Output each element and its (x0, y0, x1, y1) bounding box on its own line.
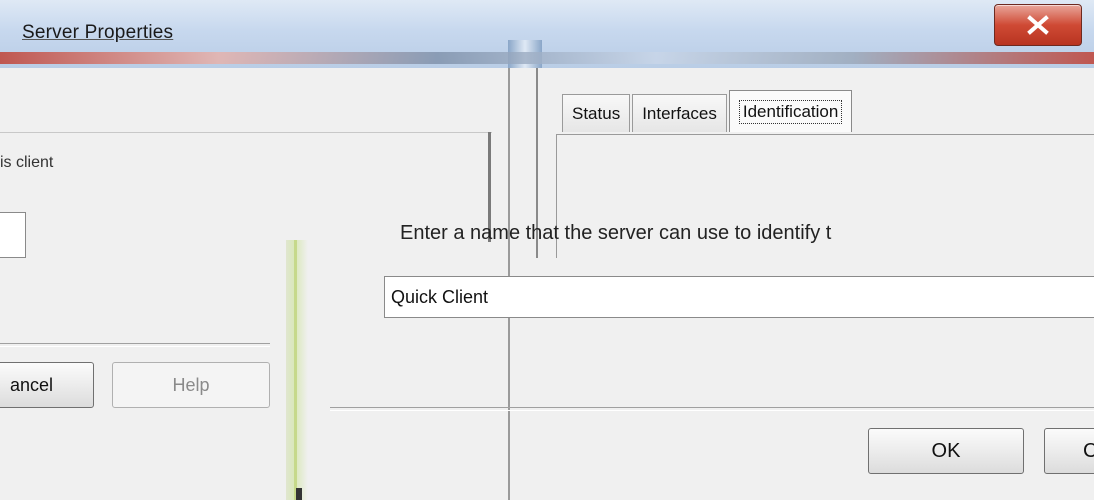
close-button[interactable] (994, 4, 1082, 46)
left-cancel-button[interactable]: ancel (0, 362, 94, 408)
server-name-input[interactable] (384, 276, 1094, 318)
close-x-icon (1027, 15, 1049, 35)
left-dialog-divider (0, 132, 492, 133)
left-help-label: Help (172, 374, 210, 395)
left-help-button[interactable]: Help (112, 362, 270, 408)
left-dialog-label: is client (0, 154, 54, 171)
left-button-separator (0, 343, 270, 347)
window-overlap-divider (286, 240, 308, 500)
left-dialog-input[interactable] (0, 212, 26, 258)
identification-instruction: Enter a name that the server can use to … (400, 222, 832, 244)
resize-grip (296, 488, 302, 500)
right-button-separator (330, 407, 1094, 411)
ok-label: OK (931, 439, 961, 462)
tab-status[interactable]: Status (562, 94, 631, 132)
title-bar: Server Properties (0, 0, 1094, 68)
tab-panel-border (556, 134, 1094, 135)
title-bar-stripe (0, 52, 1094, 64)
left-cancel-label: ancel (9, 374, 53, 395)
right-cancel-button[interactable]: C (1044, 428, 1094, 474)
tab-identification-label: Identification (738, 99, 843, 124)
window-title: Server Properties (22, 22, 174, 43)
right-cancel-label: C (1083, 439, 1094, 462)
ok-button[interactable]: OK (868, 428, 1024, 474)
tab-strip: Status Interfaces Identification (562, 90, 854, 132)
tab-status-label: Status (572, 103, 621, 123)
tab-identification[interactable]: Identification (728, 90, 853, 132)
tab-interfaces[interactable]: Interfaces (632, 94, 727, 132)
tab-interfaces-label: Interfaces (642, 103, 717, 123)
